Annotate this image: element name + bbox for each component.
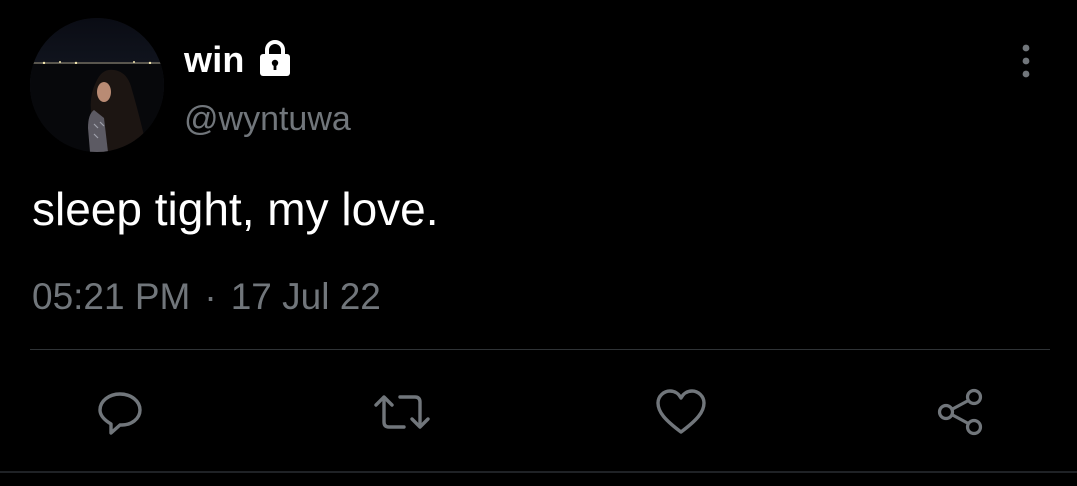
- share-nodes-icon: [937, 388, 983, 436]
- tweet-time: 05:21 PM: [32, 276, 191, 317]
- divider: [30, 349, 1050, 350]
- heart-icon: [656, 389, 706, 434]
- reply-button[interactable]: [96, 388, 148, 438]
- meta-separator: ·: [204, 276, 217, 317]
- tweet-date: 17 Jul 22: [230, 276, 381, 317]
- retweet-button[interactable]: [372, 388, 430, 438]
- tweet: win @wyntuwa sleep tight, my love. 05:21…: [0, 0, 1077, 486]
- tweet-text: sleep tight, my love.: [32, 183, 439, 235]
- author-name-row: win: [184, 36, 295, 84]
- profile-photo-image: [30, 18, 164, 152]
- bottom-divider: [0, 471, 1077, 473]
- lock-icon: [255, 38, 295, 78]
- retweet-arrows-icon: [374, 395, 430, 429]
- speech-bubble-icon: [98, 392, 142, 435]
- like-button[interactable]: [655, 388, 707, 438]
- display-name[interactable]: win: [184, 39, 245, 81]
- author-handle[interactable]: @wyntuwa: [184, 100, 351, 139]
- tweet-timestamp[interactable]: 05:21 PM · 17 Jul 22: [32, 276, 381, 318]
- avatar[interactable]: [30, 18, 164, 152]
- share-button[interactable]: [934, 388, 986, 438]
- more-options-icon[interactable]: [1012, 42, 1040, 82]
